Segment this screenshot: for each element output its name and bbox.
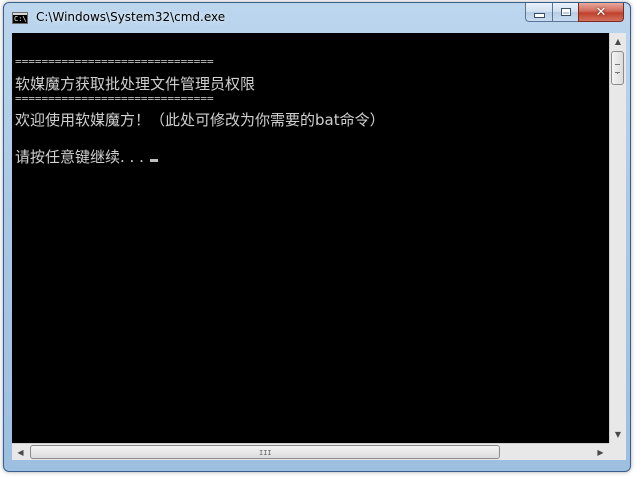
- horizontal-scrollbar[interactable]: ◀ III ▶: [12, 443, 609, 460]
- cmd-icon-text: C:\: [14, 15, 27, 23]
- title-bar[interactable]: C:\ C:\Windows\System32\cmd.exe ✕: [4, 3, 630, 33]
- window-title: C:\Windows\System32\cmd.exe: [36, 10, 226, 24]
- scroll-grip-icon: III: [259, 449, 272, 457]
- console-output[interactable]: ============================== 软媒魔方获取批处理…: [12, 33, 609, 443]
- caption-buttons: ✕: [525, 3, 624, 23]
- vertical-scroll-thumb[interactable]: [611, 51, 624, 85]
- vertical-scrollbar[interactable]: ▲ ▼: [609, 33, 626, 443]
- scroll-down-arrow-icon[interactable]: ▼: [610, 426, 626, 443]
- console-line-title: 软媒魔方获取批处理文件管理员权限: [15, 75, 256, 93]
- close-button[interactable]: ✕: [578, 3, 624, 22]
- console-line-separator-top: ==============================: [15, 55, 214, 68]
- size-grip[interactable]: [609, 443, 626, 460]
- minimize-button[interactable]: [525, 3, 552, 22]
- close-icon: ✕: [595, 4, 607, 20]
- minimize-icon: [533, 13, 545, 18]
- console-line-separator-bottom: ==============================: [15, 92, 214, 105]
- console-prompt-text: 请按任意键继续. . .: [15, 148, 144, 166]
- cmd-icon[interactable]: C:\: [12, 12, 28, 24]
- scroll-left-arrow-icon[interactable]: ◀: [12, 444, 29, 460]
- maximize-button[interactable]: [552, 3, 578, 22]
- scroll-right-arrow-icon[interactable]: ▶: [592, 444, 609, 460]
- text-cursor: [149, 159, 158, 162]
- horizontal-scroll-thumb[interactable]: III: [30, 445, 500, 459]
- scroll-up-arrow-icon[interactable]: ▲: [610, 33, 626, 50]
- cmd-window: C:\ C:\Windows\System32\cmd.exe ✕ ======…: [3, 2, 631, 472]
- maximize-icon: [560, 8, 571, 16]
- console-line-prompt: 请按任意键继续. . .: [15, 146, 158, 167]
- console-line-welcome: 欢迎使用软媒魔方！（此处可修改为你需要的bat命令）: [15, 111, 385, 129]
